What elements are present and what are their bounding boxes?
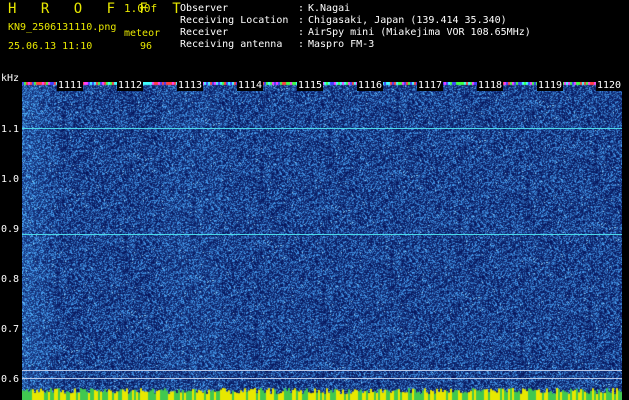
meta-label-location: Receiving Location (180, 15, 289, 26)
minute-label: 1118 (477, 80, 504, 91)
y-tick-label: 1.0 (1, 174, 20, 185)
meta-separator: : (298, 27, 305, 38)
reference-line (22, 370, 622, 371)
timestamp: 25.06.13 11:10 (8, 41, 93, 52)
y-axis-unit: kHz (1, 73, 20, 84)
app-brand: H R O F F T (8, 1, 189, 17)
meta-separator: : (298, 15, 305, 26)
minute-label: 1112 (117, 80, 144, 91)
header-panel: H R O F F T 1.00f KN9_2506131110.png met… (0, 0, 629, 80)
minute-label: 1116 (357, 80, 384, 91)
minute-label: 1117 (417, 80, 444, 91)
meta-separator: : (298, 39, 305, 50)
reference-line (22, 378, 622, 379)
meta-value-antenna: Maspro FM-3 (308, 39, 375, 50)
carrier-line (22, 128, 622, 129)
minute-label: 1113 (177, 80, 204, 91)
minute-label: 1115 (297, 80, 324, 91)
y-tick-label: 0.6 (1, 374, 20, 385)
meta-value-location: Chigasaki, Japan (139.414 35.340) (308, 15, 507, 26)
minute-label: 1120 (596, 80, 623, 91)
spectrogram-area (22, 82, 622, 400)
meta-label-antenna: Receiving antenna (180, 39, 283, 50)
minute-label: 1119 (537, 80, 564, 91)
meta-label-receiver: Receiver (180, 27, 229, 38)
meta-value-observer: K.Nagai (308, 3, 351, 14)
filename: KN9_2506131110.png (8, 22, 117, 33)
y-tick-label: 0.7 (1, 324, 20, 335)
spectrogram-canvas (22, 82, 622, 400)
meta-separator: : (298, 3, 305, 14)
minute-label: 1111 (57, 80, 84, 91)
meta-value-receiver: AirSpy mini (Miakejima VOR 108.65MHz) (308, 27, 531, 38)
minute-label: 1114 (237, 80, 264, 91)
meta-label-observer: Observer (180, 3, 229, 14)
carrier-line (22, 234, 622, 235)
y-tick-label: 0.8 (1, 274, 20, 285)
y-tick-label: 0.9 (1, 224, 20, 235)
detection-tag: meteor (124, 28, 161, 39)
y-tick-label: 1.1 (1, 124, 20, 135)
detection-count: 96 (140, 41, 153, 52)
app-version: 1.00f (124, 2, 158, 15)
